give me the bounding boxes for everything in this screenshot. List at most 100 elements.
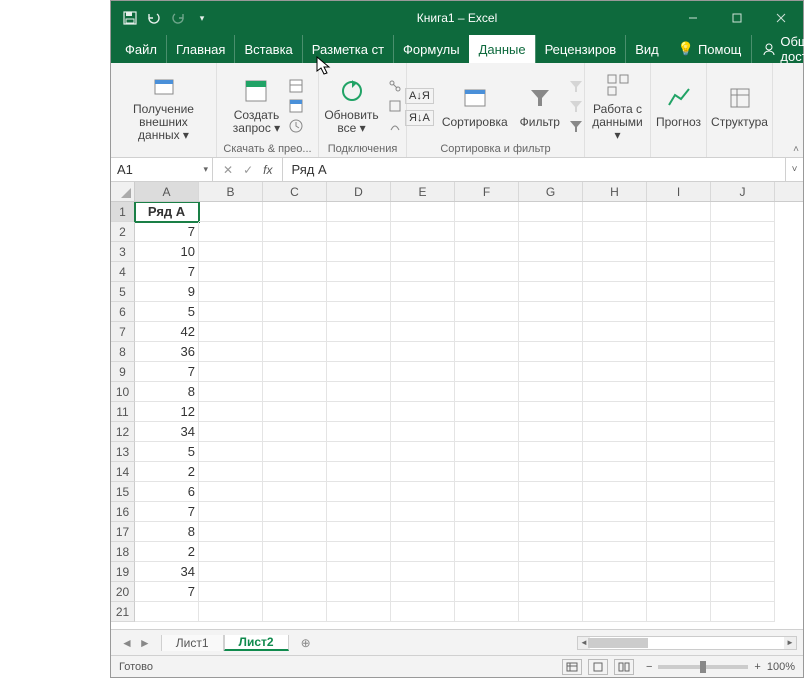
cell[interactable] [583,302,647,322]
cell[interactable]: 12 [135,402,199,422]
cell[interactable] [583,262,647,282]
zoom-level[interactable]: 100% [767,661,795,673]
cell[interactable] [519,242,583,262]
row-header[interactable]: 14 [111,462,135,482]
cell[interactable] [455,402,519,422]
cell[interactable] [519,202,583,222]
cell[interactable] [519,342,583,362]
cell[interactable] [327,382,391,402]
show-queries-icon[interactable] [288,78,306,96]
cell[interactable] [519,602,583,622]
cell[interactable] [263,582,327,602]
cell[interactable] [391,222,455,242]
add-sheet-button[interactable]: ⊕ [289,636,323,650]
zoom-out-button[interactable]: − [646,661,652,673]
column-header[interactable]: G [519,182,583,201]
row-header[interactable]: 8 [111,342,135,362]
cell[interactable] [647,462,711,482]
cell[interactable] [647,262,711,282]
cell[interactable] [583,362,647,382]
expand-formula-icon[interactable]: ˅ [785,158,803,181]
cell[interactable] [455,302,519,322]
cell[interactable] [455,342,519,362]
cell[interactable] [583,402,647,422]
cell[interactable] [583,582,647,602]
sheet-tab-2[interactable]: Лист2 [224,635,289,651]
cell[interactable] [263,502,327,522]
cell[interactable] [199,582,263,602]
close-button[interactable] [759,1,803,35]
cell[interactable] [391,582,455,602]
cell[interactable]: 9 [135,282,199,302]
cell[interactable] [711,522,775,542]
cell[interactable] [263,302,327,322]
cell[interactable] [199,322,263,342]
cell[interactable] [263,342,327,362]
cell[interactable] [327,262,391,282]
row-header[interactable]: 17 [111,522,135,542]
fx-icon[interactable]: fx [263,163,272,177]
cell[interactable] [391,602,455,622]
cell[interactable]: 7 [135,222,199,242]
cell[interactable] [391,422,455,442]
row-header[interactable]: 2 [111,222,135,242]
cell[interactable] [455,522,519,542]
cell[interactable] [391,302,455,322]
cell[interactable] [647,562,711,582]
cell[interactable] [455,442,519,462]
cell[interactable] [647,202,711,222]
cell[interactable] [263,362,327,382]
cell[interactable] [647,242,711,262]
cell[interactable] [199,482,263,502]
cell[interactable] [647,542,711,562]
row-header[interactable]: 10 [111,382,135,402]
cell[interactable] [199,442,263,462]
cell[interactable] [391,462,455,482]
cell[interactable] [455,502,519,522]
outline-button[interactable]: Структура [707,80,772,131]
cell[interactable] [199,362,263,382]
cell[interactable] [519,382,583,402]
cell[interactable] [519,402,583,422]
cell[interactable] [711,562,775,582]
cell[interactable] [263,462,327,482]
row-header[interactable]: 9 [111,362,135,382]
cell[interactable] [391,542,455,562]
cell[interactable] [327,422,391,442]
tab-review[interactable]: Рецензиров [535,35,626,63]
cell[interactable] [711,342,775,362]
cell[interactable]: 42 [135,322,199,342]
cell[interactable] [711,422,775,442]
cell[interactable] [135,602,199,622]
column-header[interactable]: E [391,182,455,201]
cell[interactable] [199,242,263,262]
horizontal-scrollbar[interactable]: ◄ ► [577,636,797,650]
tab-formulas[interactable]: Формулы [393,35,469,63]
column-header[interactable]: I [647,182,711,201]
cell[interactable] [263,322,327,342]
cell[interactable] [647,342,711,362]
cell[interactable] [519,502,583,522]
cell[interactable] [199,382,263,402]
scroll-right-icon[interactable]: ► [784,637,796,649]
cell[interactable] [391,242,455,262]
cell[interactable] [455,542,519,562]
cell[interactable] [327,302,391,322]
cell[interactable] [263,442,327,462]
cell[interactable]: 2 [135,542,199,562]
cell[interactable] [327,322,391,342]
sort-az-button[interactable]: А↓Я [405,88,434,104]
tell-me[interactable]: 💡 Помощ [668,35,752,63]
cell[interactable] [711,482,775,502]
cell[interactable] [711,382,775,402]
cell[interactable] [327,542,391,562]
name-box[interactable]: A1 ▾ [111,158,213,181]
connections-icon[interactable] [387,78,405,96]
cell[interactable]: 7 [135,262,199,282]
row-header[interactable]: 11 [111,402,135,422]
cell[interactable] [647,302,711,322]
cell[interactable] [391,342,455,362]
zoom-in-button[interactable]: + [754,661,760,673]
cell[interactable] [519,522,583,542]
cell[interactable] [199,562,263,582]
